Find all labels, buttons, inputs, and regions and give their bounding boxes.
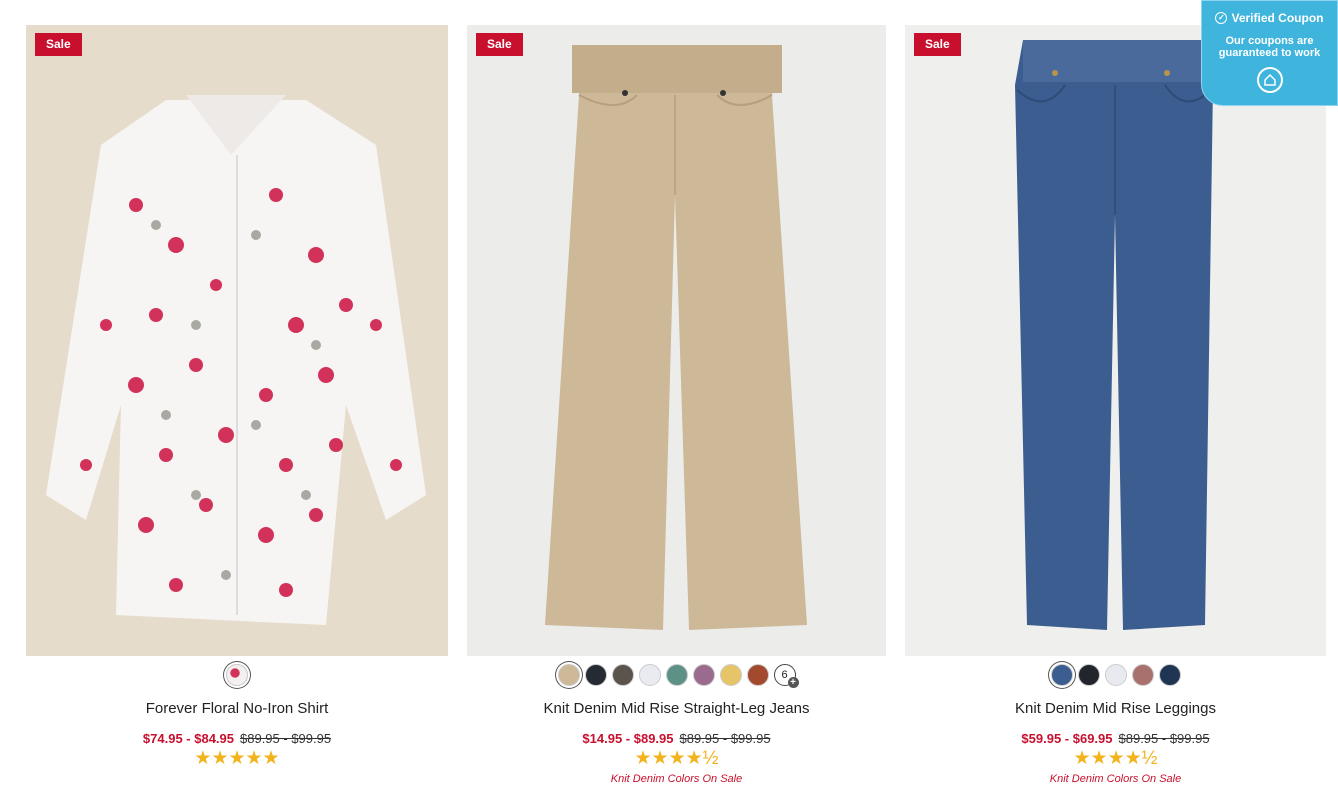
original-price: $89.95 - $99.95 [1118, 731, 1210, 746]
color-swatch[interactable] [692, 664, 715, 686]
more-colors-button[interactable]: 6 + [773, 664, 799, 688]
house-icon [1263, 73, 1276, 86]
product-name[interactable]: Knit Denim Mid Rise Straight-Leg Jeans [467, 700, 886, 717]
color-swatch[interactable] [1050, 664, 1073, 686]
color-swatch[interactable] [638, 664, 661, 686]
color-swatch[interactable] [584, 664, 607, 686]
coupon-title: Verified Coupon [1231, 11, 1324, 25]
product-name[interactable]: Forever Floral No-Iron Shirt [26, 700, 448, 717]
sale-price: $14.95 - $89.95 [582, 731, 674, 746]
price-row: $59.95 - $69.95 $89.95 - $99.95 [905, 731, 1326, 746]
original-price: $89.95 - $99.95 [679, 731, 771, 746]
verified-coupon-widget[interactable]: ✓ Verified Coupon Our coupons are guaran… [1201, 0, 1338, 106]
floral-shirt-image [26, 25, 448, 656]
plus-icon: + [787, 677, 799, 688]
coupon-title-row: ✓ Verified Coupon [1202, 11, 1337, 25]
khaki-jeans-image [467, 25, 886, 656]
color-swatch[interactable] [1131, 664, 1154, 686]
khaki-jeans-photo[interactable]: Sale [467, 25, 886, 656]
product-card[interactable]: Sale Knit Denim Mid Rise Leggings $59.95… [905, 25, 1326, 793]
color-swatches [905, 662, 1326, 688]
color-swatch[interactable] [557, 664, 580, 686]
color-swatch[interactable] [226, 664, 248, 686]
price-row: $14.95 - $89.95 $89.95 - $99.95 [467, 731, 886, 746]
sale-badge: Sale [476, 33, 523, 56]
floral-shirt-photo[interactable]: Sale [26, 25, 448, 656]
coupon-logo-icon[interactable] [1256, 67, 1283, 93]
blue-leggings-photo[interactable]: Sale [905, 25, 1326, 656]
color-swatch[interactable] [611, 664, 634, 686]
check-circle-icon: ✓ [1215, 12, 1228, 24]
promo-text: Knit Denim Colors On Sale [1049, 773, 1182, 785]
product-name[interactable]: Knit Denim Mid Rise Leggings [905, 700, 1326, 717]
color-swatch[interactable] [665, 664, 688, 686]
color-swatches: 6 + [467, 662, 886, 688]
color-swatch[interactable] [719, 664, 742, 686]
sale-price: $59.95 - $69.95 [1021, 731, 1113, 746]
product-card[interactable]: Sale 6 + Knit Denim Mid Rise Straight-Leg… [467, 25, 886, 793]
sale-badge: Sale [35, 33, 82, 56]
sale-price: $74.95 - $84.95 [142, 731, 234, 746]
color-swatches [26, 662, 448, 688]
color-swatch[interactable] [1158, 664, 1181, 686]
coupon-text: Our coupons are guaranteed to work [1218, 35, 1321, 59]
sale-badge: Sale [914, 33, 961, 56]
color-swatch[interactable] [746, 664, 769, 686]
color-swatch[interactable] [1077, 664, 1100, 686]
product-card[interactable]: Sale Forever Floral No-Iron Shirt $74.95… [26, 25, 448, 793]
price-row: $74.95 - $84.95 $89.95 - $99.95 [26, 731, 448, 746]
original-price: $89.95 - $99.95 [240, 731, 332, 746]
promo-text: Knit Denim Colors On Sale [610, 773, 743, 785]
blue-leggings-image [905, 25, 1326, 656]
star-rating[interactable]: ★★★★★ [26, 748, 448, 770]
color-swatch[interactable] [1104, 664, 1127, 686]
star-rating[interactable]: ★★★★½ [905, 748, 1326, 770]
star-rating[interactable]: ★★★★½ [467, 748, 886, 770]
more-colors-count: 6 [781, 669, 788, 681]
